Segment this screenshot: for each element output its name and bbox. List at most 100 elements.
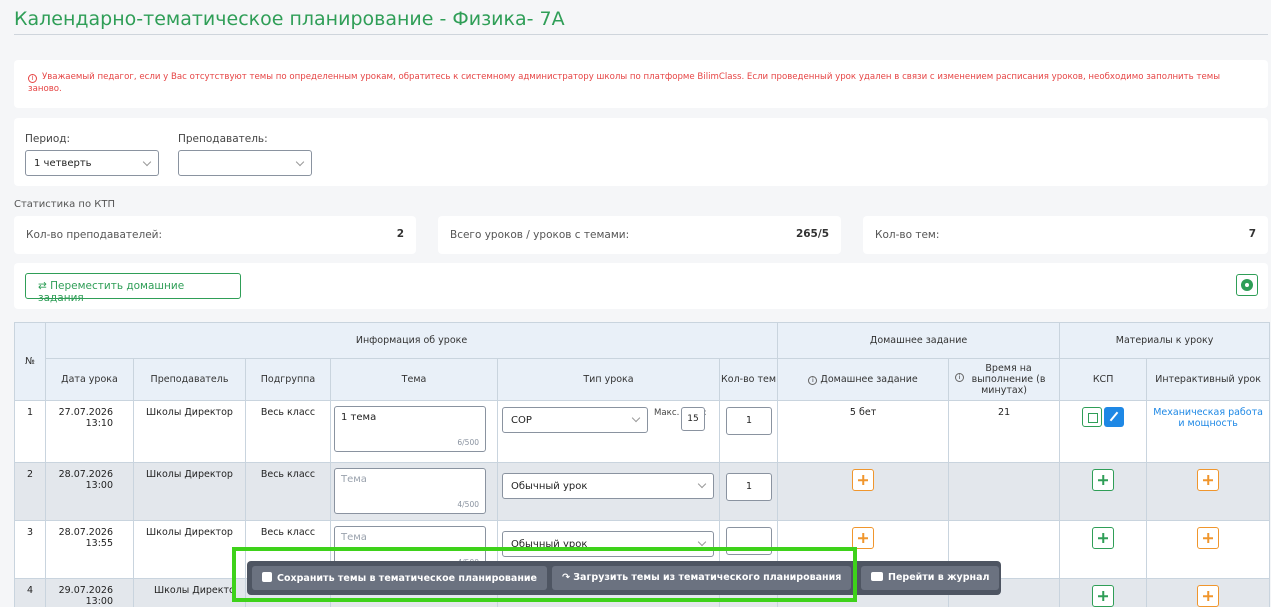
- period-label: Период:: [25, 133, 71, 145]
- row-date: 28.07.2026 13:00: [45, 462, 134, 521]
- col-interactive: Интерактивный урок: [1146, 358, 1271, 401]
- row-homework: [777, 462, 950, 521]
- page-title: Календарно-тематическое планирование - Ф…: [14, 8, 565, 30]
- stat-topics: Кол-во тем: 7: [863, 216, 1268, 254]
- move-homework-button[interactable]: ⇄ Переместить домашние задания: [25, 273, 241, 304]
- row-interactive: Механическая работа и мощность: [1146, 400, 1271, 463]
- lesson-type-value: СОР: [511, 415, 532, 426]
- group-materials: Материалы к уроку: [1059, 322, 1271, 359]
- chevron-down-icon: [142, 157, 152, 167]
- add-homework-button[interactable]: [852, 527, 875, 549]
- row-number: 2: [14, 462, 46, 521]
- title-divider: [14, 34, 1268, 35]
- chevron-down-icon: [697, 479, 707, 489]
- topic-input-value: 1 тема: [341, 412, 377, 423]
- max-score-input[interactable]: 15: [681, 407, 705, 431]
- stat-label: Всего уроков / уроков с темами:: [450, 229, 630, 241]
- row-homework: 5 бет: [777, 400, 950, 463]
- chevron-down-icon: [697, 537, 707, 547]
- col-date: Дата урока: [45, 358, 134, 401]
- stat-value: 7: [1248, 228, 1256, 240]
- add-homework-button[interactable]: [852, 469, 875, 491]
- row-teacher: Школы Директор: [133, 520, 246, 579]
- row-date-day: 28.07.2026: [58, 469, 113, 480]
- col-topic: Тема: [330, 358, 498, 401]
- chevron-down-icon: [295, 157, 305, 167]
- col-teacher: Преподаватель: [133, 358, 246, 401]
- info-icon: i: [955, 373, 965, 382]
- filters-panel: Период: 1 четверть Преподаватель:: [14, 118, 1268, 186]
- row-topic-cell: Тема 4/500: [330, 462, 498, 521]
- stat-value: 265/5: [795, 228, 829, 240]
- row-qty-cell: 1: [718, 400, 779, 463]
- info-icon: i: [808, 376, 818, 385]
- col-lesson-type: Тип урока: [497, 358, 720, 401]
- add-ksp-button[interactable]: [1092, 469, 1115, 491]
- table-row: 2 28.07.2026 13:00 Школы Директор Весь кл…: [14, 462, 1271, 521]
- lesson-type-select[interactable]: Обычный урок: [502, 473, 714, 499]
- row-number: 4: [14, 578, 46, 607]
- gear-icon: [1241, 279, 1253, 291]
- row-qty-cell: 1: [718, 462, 779, 521]
- topic-qty-input[interactable]: 1: [726, 407, 772, 435]
- row-subgroup: Весь класс: [245, 400, 331, 463]
- add-ksp-button[interactable]: [1092, 527, 1115, 549]
- row-ksp: [1059, 520, 1148, 579]
- go-to-journal-button[interactable]: Перейти в журнал: [861, 566, 1000, 590]
- teacher-select[interactable]: [178, 150, 312, 176]
- info-icon: i: [28, 74, 37, 83]
- topic-input[interactable]: 1 тема 6/500: [334, 406, 486, 452]
- highlight-frame: [232, 547, 857, 602]
- settings-button[interactable]: [1236, 274, 1258, 296]
- stat-value: 2: [396, 228, 404, 240]
- row-date-time: 13:00: [85, 480, 113, 491]
- open-external-icon[interactable]: [1082, 407, 1103, 427]
- stat-teachers: Кол-во преподавателей: 2: [14, 216, 416, 254]
- swap-icon: ⇄: [38, 280, 51, 292]
- row-ksp: [1059, 400, 1148, 463]
- topic-char-counter: 4/500: [457, 500, 479, 509]
- edit-pencil-icon[interactable]: [1104, 407, 1125, 427]
- move-homework-label: Переместить домашние задания: [38, 280, 185, 304]
- topic-input-placeholder: Тема: [341, 474, 367, 485]
- lesson-type-select[interactable]: СОР: [502, 407, 648, 433]
- col-homework: i Домашнее задание: [777, 358, 950, 401]
- period-select-value: 1 четверть: [34, 158, 92, 169]
- stats-title: Статистика по КТП: [14, 199, 115, 210]
- row-date-day: 27.07.2026: [58, 407, 113, 418]
- book-icon: [871, 572, 883, 581]
- row-date: 27.07.2026 13:10: [45, 400, 134, 463]
- row-number: 3: [14, 520, 46, 579]
- row-number: 1: [14, 400, 46, 463]
- col-number: №: [14, 322, 46, 401]
- topic-input-placeholder: Тема: [341, 532, 367, 543]
- col-minutes-label: Время на выполнение (в минутах): [971, 363, 1046, 396]
- col-topic-qty: Кол-во тем: [718, 358, 779, 401]
- topic-char-counter: 6/500: [457, 438, 479, 447]
- row-teacher: Школы Директор: [133, 400, 246, 463]
- add-interactive-button[interactable]: [1197, 585, 1220, 607]
- table-row: 1 27.07.2026 13:10 Школы Директор Весь кл…: [14, 400, 1271, 463]
- stat-label: Кол-во преподавателей:: [26, 229, 163, 241]
- stat-lessons: Всего уроков / уроков с темами: 265/5: [438, 216, 841, 254]
- lesson-type-value: Обычный урок: [511, 481, 588, 492]
- topic-qty-input[interactable]: 1: [726, 473, 772, 501]
- add-interactive-button[interactable]: [1197, 527, 1220, 549]
- row-date-day: 29.07.2026: [58, 585, 113, 596]
- row-interactive: [1146, 578, 1271, 607]
- add-interactive-button[interactable]: [1197, 469, 1220, 491]
- row-type-cell: Обычный урок: [497, 462, 720, 521]
- row-date-time: 13:10: [85, 418, 113, 429]
- add-ksp-button[interactable]: [1092, 585, 1115, 607]
- row-subgroup: Весь класс: [245, 462, 331, 521]
- row-topic-cell: 1 тема 6/500: [330, 400, 498, 463]
- stat-label: Кол-во тем:: [875, 229, 940, 241]
- col-ksp: КСП: [1059, 358, 1148, 401]
- info-alert: i Уважаемый педагог, если у Вас отсутству…: [14, 60, 1268, 108]
- period-select[interactable]: 1 четверть: [25, 150, 159, 176]
- topic-input[interactable]: Тема 4/500: [334, 468, 486, 514]
- row-date: 28.07.2026 13:55: [45, 520, 134, 579]
- row-ksp: [1059, 578, 1148, 607]
- row-date-time: 13:55: [85, 538, 113, 549]
- interactive-lesson-link[interactable]: Механическая работа и мощность: [1153, 407, 1263, 429]
